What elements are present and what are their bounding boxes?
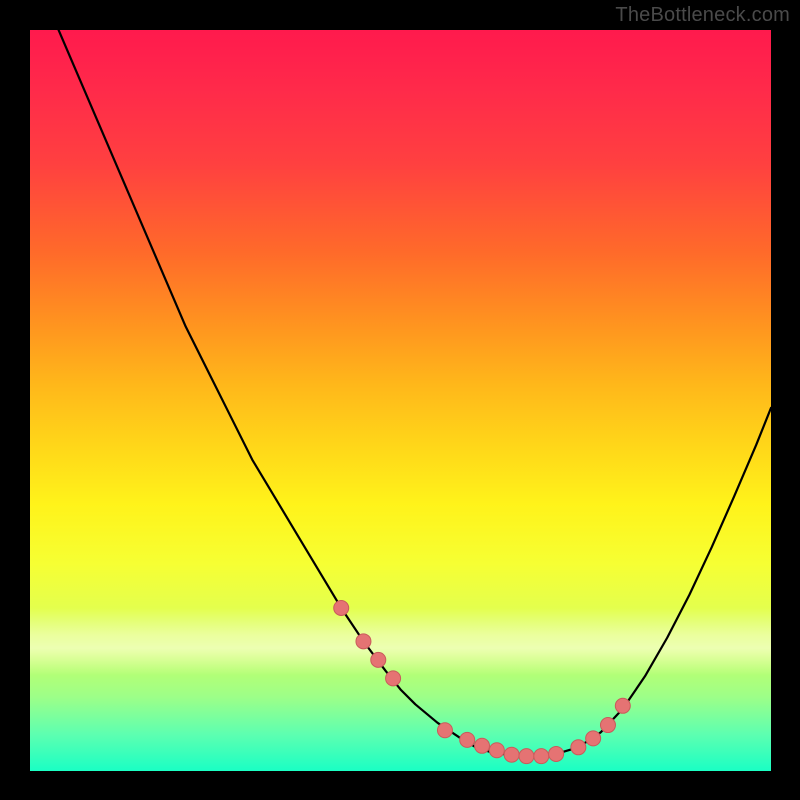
fit-marker-icon	[586, 731, 601, 746]
fit-marker-icon	[437, 723, 452, 738]
watermark-text: TheBottleneck.com	[615, 4, 790, 27]
fit-markers-group	[334, 600, 631, 763]
plot-area	[30, 30, 771, 771]
fit-marker-icon	[600, 718, 615, 733]
fit-marker-icon	[549, 746, 564, 761]
fit-marker-icon	[571, 740, 586, 755]
chart-stage: TheBottleneck.com	[0, 0, 800, 800]
fit-marker-icon	[519, 749, 534, 764]
fit-marker-icon	[489, 743, 504, 758]
fit-marker-icon	[504, 747, 519, 762]
fit-marker-icon	[460, 732, 475, 747]
fit-marker-icon	[534, 749, 549, 764]
fit-marker-icon	[371, 652, 386, 667]
fit-marker-icon	[475, 738, 490, 753]
chart-svg	[30, 30, 771, 771]
fit-marker-icon	[386, 671, 401, 686]
fit-marker-icon	[356, 634, 371, 649]
bottleneck-curve	[52, 30, 771, 756]
fit-marker-icon	[334, 600, 349, 615]
fit-marker-icon	[615, 698, 630, 713]
